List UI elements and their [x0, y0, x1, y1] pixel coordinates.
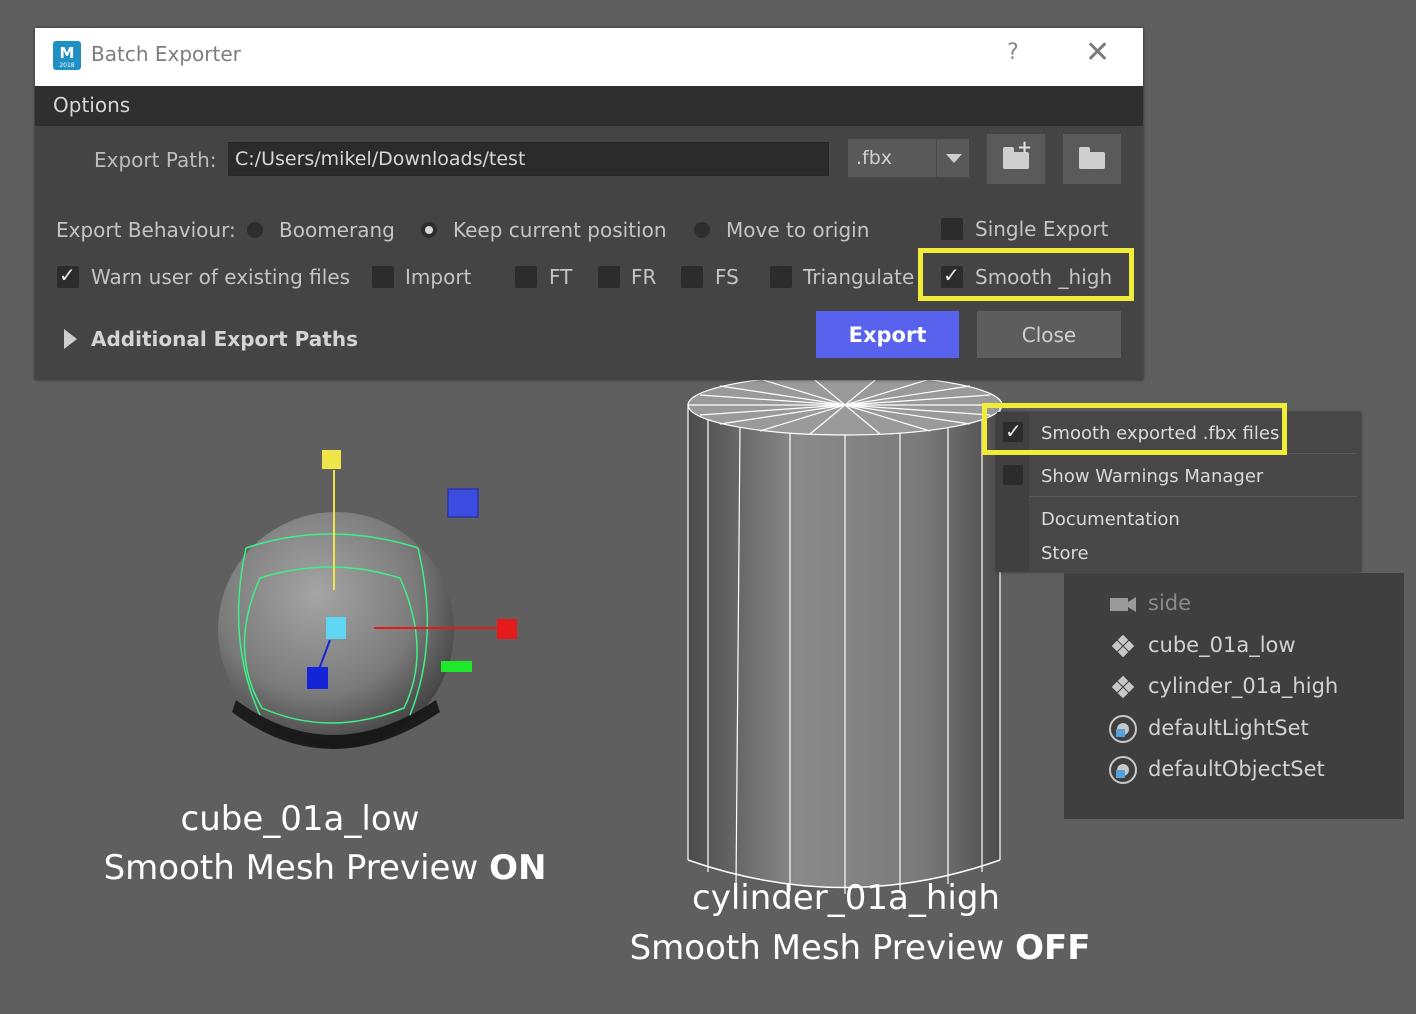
outliner-panel: side cube_01a_low cylinder_01a_high defa…: [1064, 573, 1404, 819]
maya-app-icon: M 2018: [53, 41, 81, 70]
menu-options[interactable]: Options: [53, 93, 130, 117]
radio-keep-current-position-label[interactable]: Keep current position: [453, 218, 667, 242]
set-icon: [1109, 715, 1137, 743]
menu-bar: Options: [35, 86, 1143, 126]
outliner-item-cylinder[interactable]: cylinder_01a_high: [1148, 674, 1338, 698]
menu-divider: [1029, 496, 1357, 497]
app-icon-sub: 2018: [59, 62, 75, 69]
checkbox-triangulate[interactable]: [770, 266, 792, 288]
caption-cube-status: Smooth Mesh Preview ON: [60, 848, 590, 888]
export-behaviour-label: Export Behaviour:: [56, 218, 236, 242]
caption-cube-status-value: ON: [489, 848, 547, 888]
checkbox-single-export-label[interactable]: Single Export: [975, 217, 1108, 241]
format-dropdown[interactable]: .fbx: [848, 139, 969, 177]
checkbox-single-export[interactable]: [941, 218, 963, 240]
radio-move-to-origin[interactable]: [694, 222, 710, 238]
app-icon-letter: M: [59, 44, 75, 62]
checkbox-import[interactable]: [372, 266, 394, 288]
set-icon: [1109, 756, 1137, 784]
checkbox-triangulate-label[interactable]: Triangulate: [803, 265, 914, 289]
checkbox-warn-existing-label[interactable]: Warn user of existing files: [91, 265, 350, 289]
checkbox-smooth-high[interactable]: [941, 263, 963, 288]
radio-boomerang[interactable]: [247, 222, 263, 238]
smooth-exported-highlight: [982, 403, 1287, 455]
checkbox-warn-existing[interactable]: [57, 263, 79, 288]
new-folder-button[interactable]: +: [987, 134, 1045, 184]
caption-cylinder-status: Smooth Mesh Preview OFF: [600, 928, 1120, 968]
caption-cube-status-prefix: Smooth Mesh Preview: [103, 848, 490, 888]
caption-cylinder-status-value: OFF: [1015, 928, 1091, 968]
caption-cylinder-status-prefix: Smooth Mesh Preview: [629, 928, 1016, 968]
open-folder-icon: [1079, 147, 1105, 169]
mesh-transform-icon: [1110, 674, 1136, 700]
checkbox-smooth-high-label[interactable]: Smooth _high: [975, 265, 1112, 289]
checkbox-import-label[interactable]: Import: [405, 265, 471, 289]
export-path-label: Export Path:: [94, 148, 217, 172]
outliner-item-cube[interactable]: cube_01a_low: [1148, 633, 1296, 657]
cylinder-mesh[interactable]: [687, 374, 1003, 894]
dialog-title: Batch Exporter: [91, 42, 241, 66]
format-value: .fbx: [856, 147, 893, 169]
radio-keep-current-position[interactable]: [421, 222, 437, 238]
open-folder-button[interactable]: [1063, 134, 1121, 184]
expand-arrow-icon[interactable]: [64, 329, 77, 349]
additional-export-paths-toggle[interactable]: Additional Export Paths: [91, 327, 358, 351]
close-icon[interactable]: ✕: [1085, 36, 1110, 70]
checkbox-ft[interactable]: [515, 266, 537, 288]
export-path-input[interactable]: [228, 142, 829, 176]
checkbox-fs[interactable]: [681, 266, 703, 288]
caption-cube-name: cube_01a_low: [180, 799, 420, 839]
menu-item-documentation[interactable]: Documentation: [1041, 509, 1180, 530]
menu-item-store[interactable]: Store: [1041, 543, 1089, 564]
checkbox-fr[interactable]: [598, 266, 620, 288]
outliner-item-side[interactable]: side: [1148, 591, 1191, 615]
menu-check-show-warnings[interactable]: [1003, 465, 1023, 485]
radio-boomerang-label[interactable]: Boomerang: [279, 218, 395, 242]
chevron-down-icon[interactable]: [936, 139, 970, 177]
close-button[interactable]: Close: [977, 311, 1121, 358]
camera-icon: [1110, 597, 1136, 612]
export-button[interactable]: Export: [816, 311, 959, 358]
batch-exporter-dialog: M 2018 Batch Exporter ? ✕ Options Export…: [35, 28, 1143, 380]
outliner-item-default-object-set[interactable]: defaultObjectSet: [1148, 757, 1325, 781]
outliner-item-default-light-set[interactable]: defaultLightSet: [1148, 716, 1309, 740]
mesh-transform-icon: [1110, 633, 1136, 659]
help-button[interactable]: ?: [1003, 40, 1023, 65]
checkbox-ft-label[interactable]: FT: [549, 265, 572, 289]
radio-move-to-origin-label[interactable]: Move to origin: [726, 218, 869, 242]
title-bar[interactable]: M 2018 Batch Exporter ? ✕: [35, 28, 1143, 86]
menu-item-show-warnings[interactable]: Show Warnings Manager: [1041, 466, 1263, 487]
checkbox-fs-label[interactable]: FS: [715, 265, 739, 289]
checkbox-fr-label[interactable]: FR: [631, 265, 656, 289]
caption-cylinder-name: cylinder_01a_high: [692, 878, 1000, 918]
